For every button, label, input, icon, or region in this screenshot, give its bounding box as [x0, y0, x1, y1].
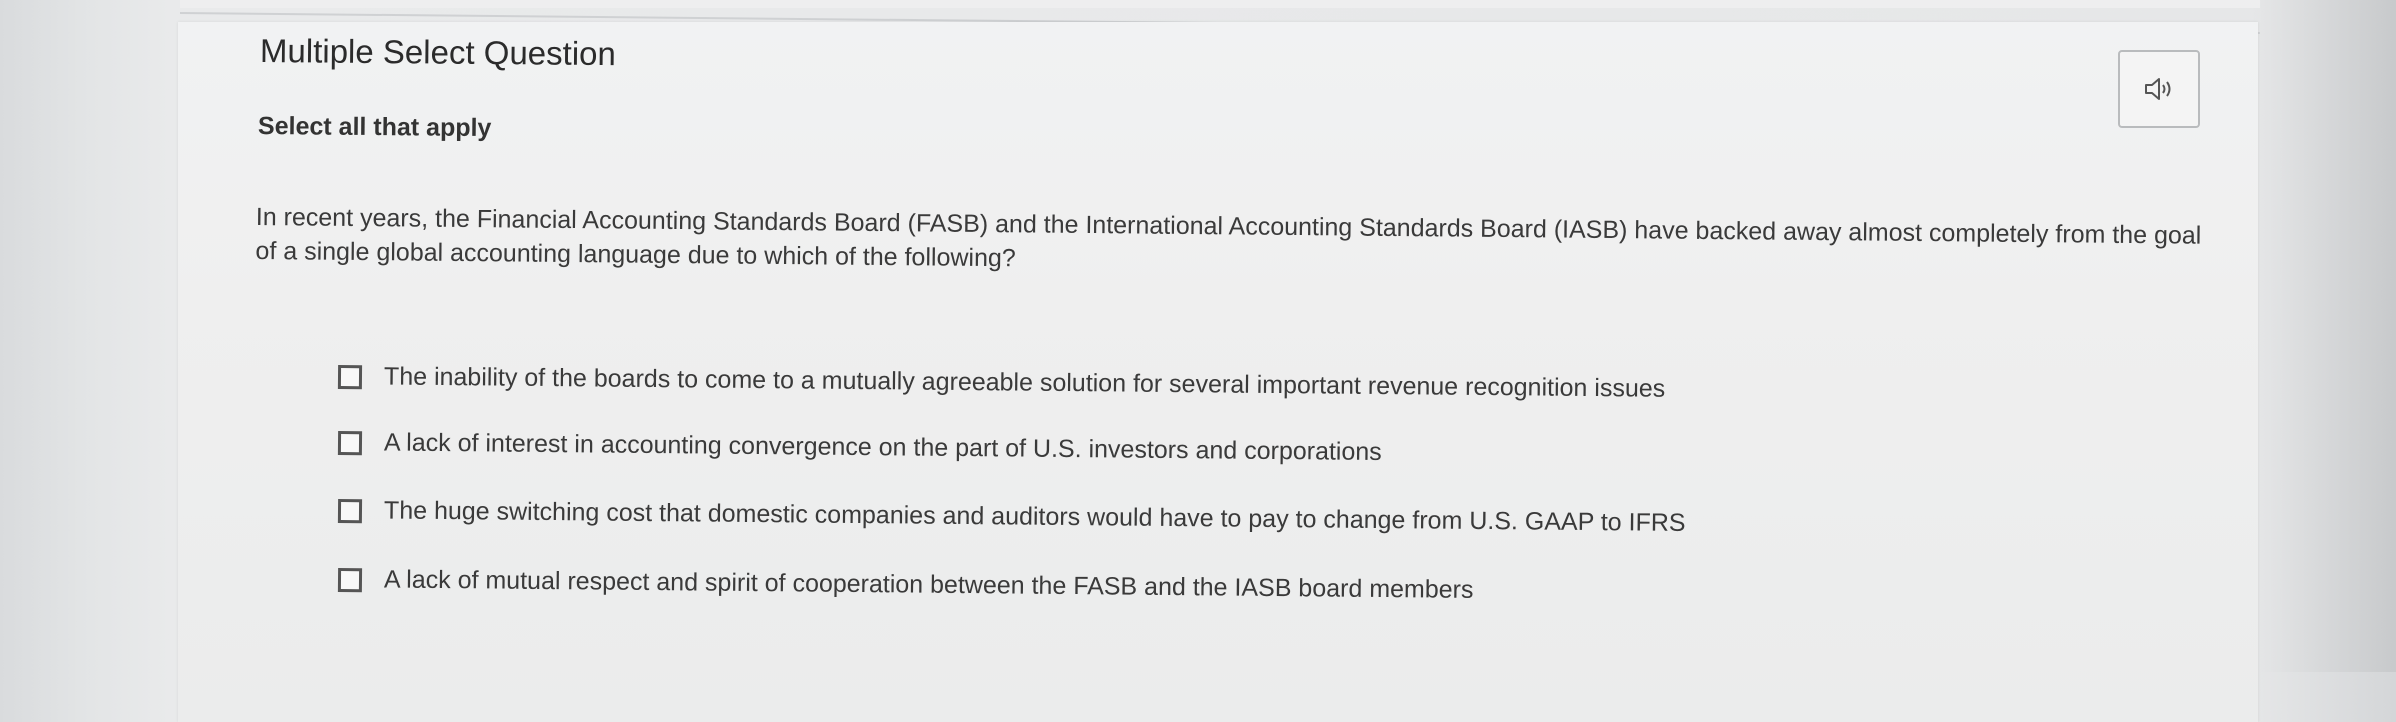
page-edge-shadow: [2256, 0, 2396, 672]
answer-option-1[interactable]: The inability of the boards to come to a…: [337, 362, 1666, 404]
option-3-label: The huge switching cost that domestic co…: [383, 496, 1686, 537]
speaker-icon: [2145, 78, 2171, 100]
answer-option-4[interactable]: A lack of mutual respect and spirit of c…: [337, 565, 1474, 605]
answer-option-3[interactable]: The huge switching cost that domestic co…: [337, 496, 1686, 538]
option-1-checkbox[interactable]: [337, 364, 363, 389]
top-toolbar-strip: [180, 0, 2260, 8]
option-2-checkbox[interactable]: [337, 430, 363, 455]
question-prompt: In recent years, the Financial Accountin…: [255, 202, 2202, 273]
question-card: Multiple Select Question Select all that…: [178, 22, 2258, 722]
option-2-label: A lack of interest in accounting converg…: [383, 428, 1382, 467]
question-instruction: Select all that apply: [257, 112, 492, 143]
read-aloud-button[interactable]: [2118, 50, 2200, 128]
question-type-heading: Multiple Select Question: [259, 32, 617, 73]
option-4-label: A lack of mutual respect and spirit of c…: [383, 565, 1474, 604]
answer-option-2[interactable]: A lack of interest in accounting converg…: [337, 428, 1382, 467]
option-3-checkbox[interactable]: [337, 498, 363, 523]
option-1-label: The inability of the boards to come to a…: [383, 362, 1666, 403]
option-4-checkbox[interactable]: [337, 567, 363, 592]
